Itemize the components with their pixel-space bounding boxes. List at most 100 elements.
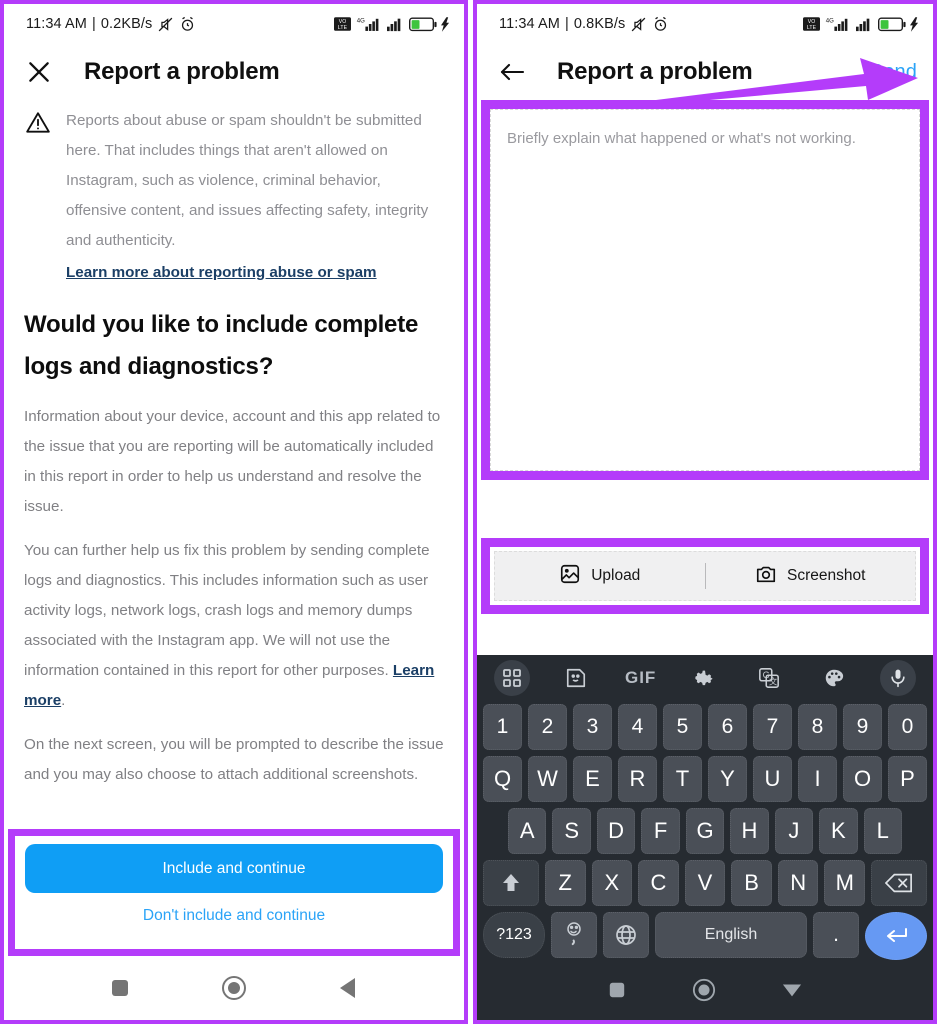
keyboard-row-qwerty: Q W E R T Y U I O P [480,753,930,805]
include-and-continue-button[interactable]: Include and continue [25,844,443,893]
key-z[interactable]: Z [544,860,586,906]
key-t[interactable]: T [663,756,702,802]
abuse-notice: Reports about abuse or spam shouldn't be… [24,100,444,288]
android-navbar-right [480,964,930,1020]
key-y[interactable]: Y [708,756,747,802]
microphone-icon[interactable] [879,660,916,696]
keyboard-toolbar: GIF G 文 [480,655,930,701]
key-n[interactable]: N [777,860,819,906]
key-v[interactable]: V [684,860,726,906]
space-key[interactable]: English [655,912,807,958]
key-x[interactable]: X [591,860,633,906]
key-i[interactable]: I [798,756,837,802]
enter-return-icon[interactable] [865,912,927,960]
back-triangle-icon[interactable] [338,977,358,1004]
key-f[interactable]: F [641,808,680,854]
key-7[interactable]: 7 [753,704,792,750]
hide-keyboard-triangle-icon[interactable] [782,981,802,1004]
home-circle-icon[interactable] [692,978,716,1007]
google-translate-icon[interactable]: G 文 [751,660,787,696]
svg-text:LTE: LTE [807,25,817,31]
key-w[interactable]: W [528,756,567,802]
learn-more-abuse-link[interactable]: Learn more about reporting abuse or spam [66,258,444,288]
alarm-icon [655,16,667,31]
appbar-left: Report a problem [4,44,464,100]
key-4[interactable]: 4 [618,704,657,750]
key-d[interactable]: D [596,808,636,854]
right-screen: 11:34 AM | 0.8KB/s VO LTE 4G Report a pr… [473,0,937,1024]
sticker-icon[interactable] [558,660,594,696]
key-u[interactable]: U [753,756,792,802]
screenshot-root: 11:34 AM | 0.2KB/s VO LTE 4G Report a pr… [0,0,937,1024]
language-globe-icon[interactable] [603,912,649,958]
recents-square-icon[interactable] [110,978,130,1003]
abuse-notice-text-block: Reports about abuse or spam shouldn't be… [66,106,444,288]
period-key[interactable]: . [813,912,859,958]
status-network-speed: 0.8KB/s [573,16,626,32]
key-9[interactable]: 9 [843,704,882,750]
problem-description-input[interactable]: Briefly explain what happened or what's … [490,109,920,471]
close-icon[interactable] [24,57,54,87]
emoji-comma-icon[interactable] [551,912,597,958]
shift-up-arrow-icon[interactable] [482,860,539,906]
key-8[interactable]: 8 [798,704,837,750]
status-bar-right-group: VO LTE 4G [334,16,450,32]
signal-bars-icon [387,18,401,32]
key-m[interactable]: M [824,860,866,906]
volte-icon: VO LTE [334,17,351,31]
back-arrow-icon[interactable] [497,57,527,87]
settings-gear-icon[interactable] [687,660,723,696]
svg-text:4G: 4G [357,18,365,24]
svg-text:VO: VO [808,19,816,25]
keyboard-row-home: A S D F G H J K L [480,805,930,857]
signal-bars-icon [856,18,870,32]
key-3[interactable]: 3 [573,704,612,750]
recents-square-icon[interactable] [608,981,626,1004]
charging-bolt-icon [910,16,919,32]
key-r[interactable]: R [618,756,657,802]
key-q[interactable]: Q [483,756,522,802]
abuse-notice-text: Reports about abuse or spam shouldn't be… [66,112,429,249]
key-b[interactable]: B [731,860,772,906]
left-body: Reports about abuse or spam shouldn't be… [4,100,464,790]
key-g[interactable]: G [685,808,725,854]
key-6[interactable]: 6 [708,704,747,750]
key-s[interactable]: S [552,808,591,854]
palette-theme-icon[interactable] [816,660,852,696]
apps-grid-icon[interactable] [494,660,530,696]
home-circle-icon[interactable] [221,975,247,1006]
android-navbar-left [4,960,464,1020]
gif-icon[interactable]: GIF [623,660,659,696]
upload-button[interactable]: Upload [495,552,705,600]
mute-icon [632,17,646,31]
key-5[interactable]: 5 [663,704,702,750]
key-j[interactable]: J [774,808,814,854]
symbols-key[interactable]: ?123 [483,912,545,958]
key-h[interactable]: H [730,808,769,854]
key-c[interactable]: C [638,860,679,906]
status-separator: | [565,16,569,32]
backspace-icon[interactable] [871,860,928,906]
send-button[interactable]: Send [870,61,917,84]
keyboard-row-bottom-letters: Z X C V B N M [480,857,930,909]
key-0[interactable]: 0 [888,704,927,750]
status-separator: | [92,16,96,32]
key-a[interactable]: A [508,808,547,854]
status-bar-left-group: 11:34 AM | 0.2KB/s [26,16,196,33]
signal-4g-icon: 4G [826,18,848,31]
screenshot-button[interactable]: Screenshot [706,552,916,600]
key-2[interactable]: 2 [528,704,567,750]
key-o[interactable]: O [843,756,882,802]
status-bar-right-left-group: 11:34 AM | 0.8KB/s [499,16,669,33]
left-screen: 11:34 AM | 0.2KB/s VO LTE 4G Report a pr… [0,0,468,1024]
key-l[interactable]: L [863,808,902,854]
attachment-bar: Upload Screenshot [494,551,916,601]
dont-include-and-continue-button[interactable]: Don't include and continue [25,893,443,939]
key-k[interactable]: K [819,808,858,854]
key-p[interactable]: P [888,756,927,802]
status-time: 11:34 AM [26,16,87,32]
key-e[interactable]: E [573,756,612,802]
screenshot-label: Screenshot [787,567,866,584]
key-1[interactable]: 1 [483,704,522,750]
status-network-speed: 0.2KB/s [100,16,153,32]
